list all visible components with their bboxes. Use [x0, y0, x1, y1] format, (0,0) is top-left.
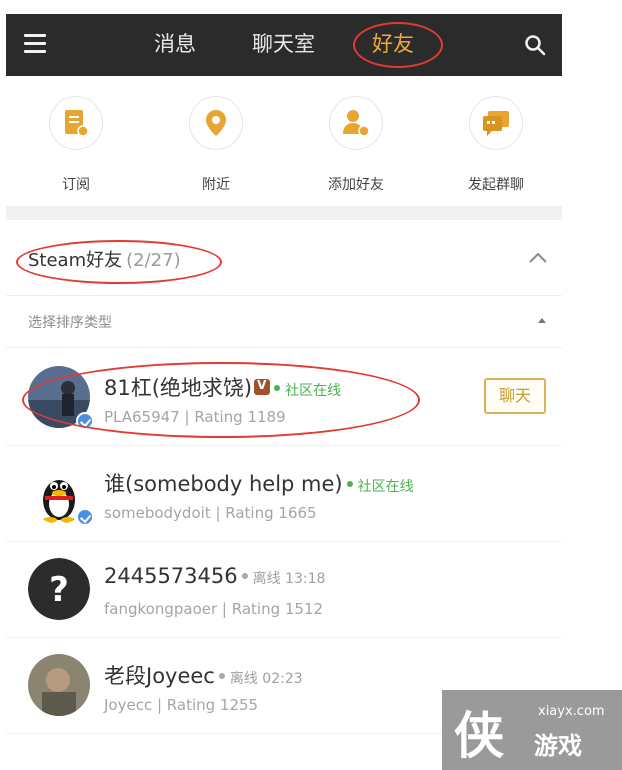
friend-subtitle: Joyecc | Rating 1255: [104, 696, 259, 714]
friend-row[interactable]: ? 2445573456 离线 13:18 fangkongpaoer | Rat…: [6, 542, 562, 638]
offline-dot-icon: [218, 672, 225, 679]
watermark-glyph: 侠: [454, 706, 504, 765]
subscribe-label: 订阅: [62, 177, 90, 193]
verified-badge-icon: [76, 508, 94, 526]
caret-up-icon: [538, 318, 546, 323]
friend-name: 老段Joyeec 离线 02:23: [104, 660, 303, 690]
nearby-button[interactable]: 附近: [171, 96, 261, 194]
annotation-circle-friends-tab: [353, 22, 443, 68]
group-chat-icon: [483, 111, 509, 136]
sort-type-selector[interactable]: 选择排序类型: [6, 296, 562, 348]
friend-row[interactable]: 81杠(绝地求饶)社区在线 PLA65947 | Rating 1189 聊天: [6, 350, 562, 446]
friends-screen: 消息 聊天室 好友 订阅 附近 添加好友 发起群聊 Steam好友 (2/27)…: [6, 14, 562, 770]
friend-status: 离线 02:23: [229, 671, 303, 687]
section-divider: [6, 206, 562, 220]
friend-subtitle: fangkongpaoer | Rating 1512: [104, 600, 324, 618]
hamburger-menu-icon[interactable]: [24, 34, 46, 54]
quick-actions: 订阅 附近 添加好友 发起群聊: [6, 96, 562, 206]
search-icon[interactable]: [524, 34, 546, 56]
friend-name: 谁(somebody help me) 社区在线: [104, 468, 414, 498]
annotation-circle-friend: [22, 362, 420, 438]
avatar: ?: [28, 558, 90, 620]
add-friend-label: 添加好友: [328, 177, 384, 193]
subscribe-icon: [65, 110, 89, 137]
friend-name-text: 2445573456: [104, 564, 238, 588]
top-nav-bar: 消息 聊天室 好友: [6, 14, 562, 76]
group-chat-label: 发起群聊: [468, 177, 524, 193]
sort-label: 选择排序类型: [28, 315, 112, 331]
avatar: [28, 654, 90, 716]
location-pin-icon: [206, 110, 226, 136]
nearby-label: 附近: [202, 177, 230, 193]
subscribe-button[interactable]: 订阅: [31, 96, 121, 194]
friend-status: 社区在线: [357, 479, 414, 495]
chevron-up-icon[interactable]: [528, 250, 548, 264]
svg-text:?: ?: [49, 570, 69, 610]
friend-status: 离线 13:18: [252, 571, 326, 587]
friend-row[interactable]: 谁(somebody help me) 社区在线 somebodydoit | R…: [6, 446, 562, 542]
add-friend-icon: [343, 110, 370, 137]
watermark-url: xiayx.com: [538, 704, 605, 719]
group-chat-button[interactable]: 发起群聊: [451, 96, 541, 194]
tab-chatroom[interactable]: 聊天室: [252, 28, 315, 58]
friend-name: 2445573456 离线 13:18: [104, 564, 325, 588]
site-watermark: 侠 xiayx.com 游戏: [442, 690, 622, 770]
add-friend-button[interactable]: 添加好友: [311, 96, 401, 194]
annotation-circle-group: [16, 240, 222, 284]
friend-name-text: 老段Joyeec: [104, 664, 215, 688]
friend-name-text: 谁(somebody help me): [104, 472, 343, 496]
offline-dot-icon: [241, 572, 248, 579]
online-dot-icon: [346, 480, 353, 487]
tab-messages[interactable]: 消息: [154, 28, 196, 58]
watermark-text: 游戏: [534, 732, 582, 760]
chat-button[interactable]: 聊天: [484, 378, 546, 414]
steam-friends-group-header[interactable]: Steam好友 (2/27): [6, 220, 562, 296]
friend-subtitle: somebodydoit | Rating 1665: [104, 504, 317, 522]
